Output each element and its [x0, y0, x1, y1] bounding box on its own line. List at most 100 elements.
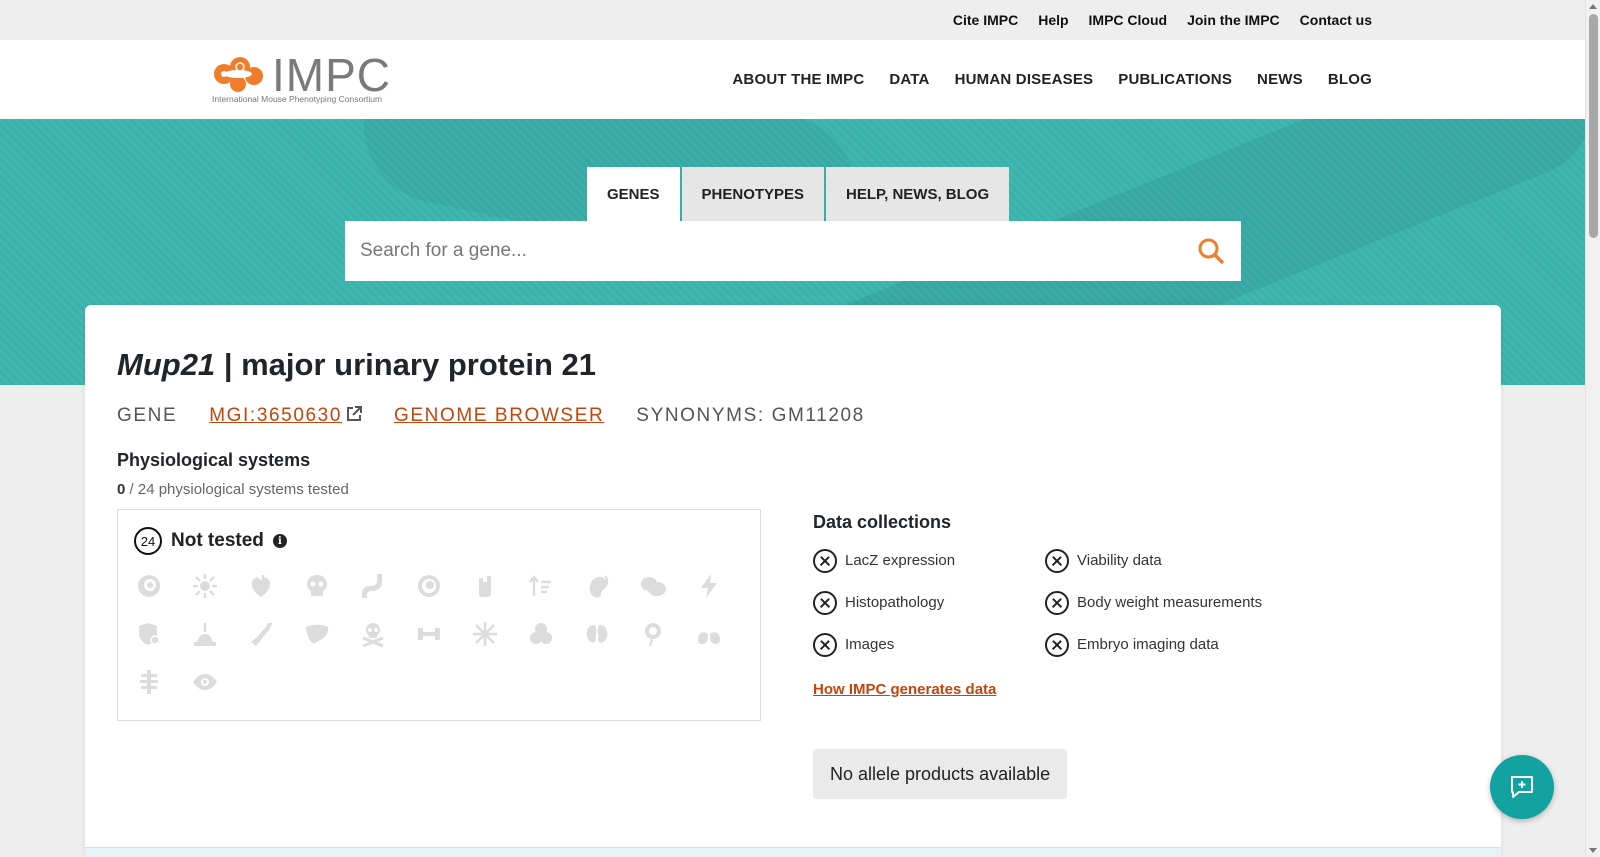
not-tested-label: Not tested [171, 530, 264, 551]
scrollbar-thumb[interactable] [1589, 14, 1598, 238]
mouse-logo-icon [214, 57, 263, 92]
homeostasis-icon-glyph [473, 622, 497, 646]
gene-meta: GENE MGI:3650630 GENOME BROWSER SYNONYMS… [117, 405, 865, 427]
immune-system-icon-glyph [138, 575, 160, 597]
dc-viability: Viability data [1045, 548, 1305, 573]
growth-icon-glyph [529, 575, 551, 596]
liver-icon[interactable] [302, 620, 332, 648]
help-link[interactable]: Help [1038, 12, 1068, 28]
respiratory-icon[interactable] [694, 620, 724, 648]
impc-logo[interactable]: IMPC International Mouse Phenotyping Con… [212, 49, 390, 108]
no-allele-products-badge: No allele products available [813, 749, 1068, 799]
respiratory-icon-glyph [698, 624, 720, 644]
dc-histopathology: Histopathology [813, 590, 1045, 615]
genome-browser-link[interactable]: GENOME BROWSER [394, 405, 604, 427]
tab-phenotypes[interactable]: PHENOTYPES [681, 167, 825, 221]
integument-icon-glyph [194, 623, 216, 646]
logo-subtitle: International Mouse Phenotyping Consorti… [212, 94, 383, 104]
page-scrollbar[interactable] [1585, 0, 1600, 857]
adipose-icon[interactable] [134, 668, 164, 696]
digestive-icon[interactable] [358, 572, 388, 600]
scroll-down-arrow[interactable] [1589, 848, 1597, 853]
not-available-icon [813, 548, 837, 573]
system-icons-grid [134, 572, 734, 696]
not-available-icon [1045, 548, 1069, 573]
vision-icon-glyph [193, 674, 217, 690]
chat-button[interactable] [1490, 755, 1554, 819]
hematopoietic-icon[interactable] [190, 572, 220, 600]
limbs-icon[interactable] [246, 620, 276, 648]
growth-icon[interactable] [526, 572, 556, 600]
reproductive-icon[interactable] [582, 620, 612, 648]
endocrine-icon[interactable] [638, 620, 668, 648]
cardiovascular-icon-glyph [251, 575, 271, 597]
nav-data[interactable]: DATA [889, 71, 929, 88]
renal-icon-glyph [479, 576, 491, 597]
immune-system-icon[interactable] [134, 572, 164, 600]
not-available-icon [1045, 632, 1069, 657]
homeostasis-icon[interactable] [470, 620, 500, 648]
search-box [345, 221, 1241, 281]
gene-symbol: Mup21 [117, 347, 216, 382]
not-available-icon [1045, 590, 1069, 615]
impc-cloud-link[interactable]: IMPC Cloud [1089, 12, 1168, 28]
endocrine-icon-glyph [645, 623, 661, 646]
immunity-icon[interactable] [134, 620, 164, 648]
liver-icon-glyph [306, 624, 329, 644]
mortality-icon[interactable] [358, 620, 388, 648]
dc-label: Body weight measurements [1077, 594, 1263, 611]
how-impc-generates-data-link[interactable]: How IMPC generates data [813, 681, 996, 698]
mgi-id-link[interactable]: MGI:3650630 [209, 405, 342, 426]
not-tested-count: 24 [134, 527, 162, 555]
synonyms: SYNONYMS: GM11208 [636, 405, 865, 426]
embryo-icon[interactable] [414, 572, 444, 600]
cardiovascular-icon[interactable] [246, 572, 276, 600]
not-available-icon [813, 590, 837, 615]
nervous-system-icon[interactable] [694, 572, 724, 600]
contact-us-link[interactable]: Contact us [1300, 12, 1372, 28]
nav-blog[interactable]: BLOG [1328, 71, 1372, 88]
gene-name: | major urinary protein 21 [223, 347, 596, 382]
hematopoietic-icon-glyph [193, 574, 217, 598]
nav-news[interactable]: NEWS [1257, 71, 1303, 88]
page-title: Mup21 | major urinary protein 21 [117, 347, 596, 383]
tab-genes[interactable]: GENES [587, 167, 680, 221]
scroll-up-arrow[interactable] [1589, 4, 1597, 9]
dc-label: Viability data [1077, 552, 1162, 569]
gene-type: GENE [117, 405, 178, 426]
site-header: IMPC International Mouse Phenotyping Con… [0, 40, 1585, 119]
not-tested-header: 24 Not tested i [134, 527, 287, 555]
skeleton-icon[interactable] [302, 572, 332, 600]
dc-images: Images [813, 632, 1045, 657]
search-tabs: GENES PHENOTYPES HELP, NEWS, BLOG [587, 167, 1010, 221]
reproductive-icon-glyph [586, 625, 608, 643]
join-impc-link[interactable]: Join the IMPC [1187, 12, 1280, 28]
data-collections-list: LacZ expression Viability data Histopath… [813, 548, 1313, 657]
nav-about[interactable]: ABOUT THE IMPC [732, 71, 864, 88]
info-icon[interactable]: i [272, 534, 287, 548]
skeleton-icon-glyph [307, 575, 327, 596]
integument-icon[interactable] [190, 620, 220, 648]
dc-label: LacZ expression [845, 552, 956, 569]
mortality-icon-glyph [362, 623, 384, 648]
tab-help-news-blog[interactable]: HELP, NEWS, BLOG [826, 167, 1010, 221]
hearing-icon[interactable] [582, 572, 612, 600]
search-input[interactable] [345, 221, 1175, 281]
mgi-link-wrap: MGI:3650630 [209, 405, 362, 427]
pigmentation-icon[interactable] [526, 620, 556, 648]
dc-body-weight: Body weight measurements [1045, 590, 1305, 615]
behavior-icon[interactable] [638, 572, 668, 600]
vision-icon[interactable] [190, 668, 220, 696]
nav-publications[interactable]: PUBLICATIONS [1118, 71, 1232, 88]
hearing-icon-glyph [589, 575, 609, 598]
pigmentation-icon-glyph [530, 623, 552, 644]
muscle-icon[interactable] [414, 620, 444, 648]
data-collections-heading: Data collections [813, 512, 952, 532]
renal-icon[interactable] [470, 572, 500, 600]
nav-human-diseases[interactable]: HUMAN DISEASES [955, 71, 1094, 88]
muscle-icon-glyph [418, 628, 440, 640]
search-icon[interactable] [1197, 237, 1225, 265]
external-link-icon [346, 406, 362, 421]
cite-impc-link[interactable]: Cite IMPC [953, 12, 1018, 28]
digestive-icon-glyph [362, 574, 382, 598]
